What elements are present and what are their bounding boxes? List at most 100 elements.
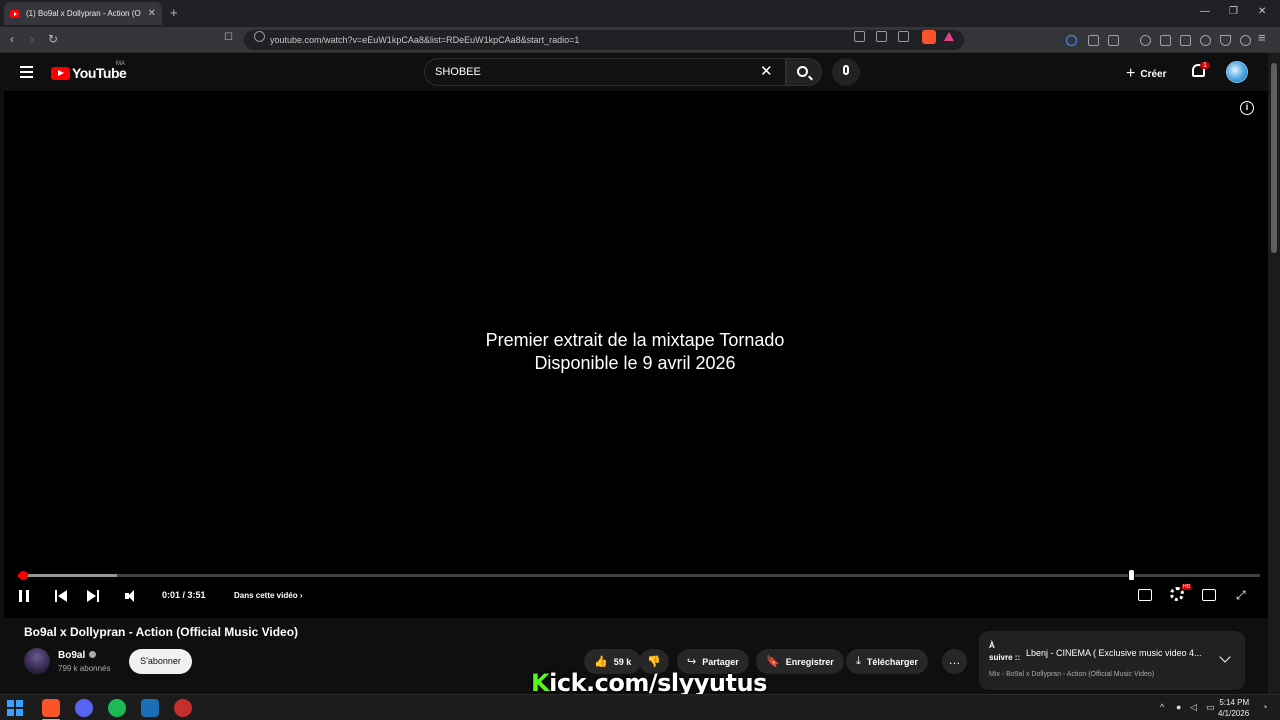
- video-overlay-text: Premier extrait de la mixtape Tornado Di…: [4, 329, 1266, 375]
- chevron-down-icon[interactable]: [1219, 651, 1231, 663]
- sidebar-icon[interactable]: [1160, 35, 1171, 46]
- channel-avatar[interactable]: [24, 648, 50, 674]
- save-button[interactable]: 🔖 Enregistrer: [756, 649, 844, 674]
- browser-nav-bar: ‹ › ↻ ☐ youtube.com/watch?v=eEuW1kpCAa8&…: [0, 27, 1280, 53]
- verified-check-icon: [89, 651, 97, 658]
- translate-icon[interactable]: [854, 31, 865, 42]
- brave-shields-icon[interactable]: [922, 30, 936, 44]
- youtube-logo-text: YouTube: [72, 65, 127, 81]
- youtube-favicon-icon: [10, 9, 20, 18]
- next-icon[interactable]: [87, 590, 99, 602]
- speaker-tray-icon[interactable]: ◁: [1190, 702, 1197, 713]
- search-button[interactable]: [786, 58, 822, 86]
- video-title: Bo9al x Dollypran - Action (Official Mus…: [24, 625, 299, 639]
- steam-icon[interactable]: [141, 699, 159, 717]
- like-count: 59 k: [613, 656, 632, 667]
- fullscreen-icon[interactable]: ⤢: [1236, 588, 1250, 602]
- tab-close-icon[interactable]: ✕: [148, 8, 156, 19]
- vpn-shield-icon[interactable]: [1220, 35, 1231, 46]
- wallet-icon[interactable]: [1180, 35, 1191, 46]
- screenshot-icon[interactable]: [876, 31, 887, 42]
- download-icon: ⤓: [856, 655, 861, 667]
- more-actions-button[interactable]: …: [942, 649, 967, 674]
- account-avatar[interactable]: [1226, 61, 1248, 83]
- forward-arrow-icon[interactable]: ›: [30, 32, 34, 46]
- search-clear-icon[interactable]: ✕: [760, 62, 773, 80]
- info-icon[interactable]: i: [1240, 101, 1254, 115]
- youtube-play-logo-icon: [51, 66, 70, 80]
- plus-icon: +: [1126, 65, 1136, 82]
- close-window-button[interactable]: ✕: [1258, 6, 1266, 17]
- spotify-icon[interactable]: [108, 699, 126, 717]
- overlay-line-1: Premier extrait de la mixtape Tornado: [485, 330, 785, 350]
- site-info-icon[interactable]: [254, 31, 265, 42]
- microphone-icon: [843, 65, 849, 75]
- search-icon: [797, 66, 808, 77]
- create-label: Créer: [1140, 68, 1167, 80]
- hd-badge: HD: [1182, 584, 1192, 590]
- up-next-label-line-2: suivre ::: [989, 653, 1021, 662]
- scrollbar-thumb[interactable]: [1271, 63, 1277, 253]
- hamburger-menu-icon[interactable]: [20, 66, 33, 81]
- search-value: SHOBEE: [435, 66, 481, 78]
- network-tray-icon[interactable]: ▭: [1206, 702, 1215, 713]
- minimize-button[interactable]: —: [1200, 6, 1210, 17]
- youtube-logo[interactable]: YouTube MA: [51, 61, 127, 81]
- back-arrow-icon[interactable]: ‹: [10, 32, 14, 46]
- share-label: Partager: [702, 656, 739, 667]
- clock-date: 4/1/2026: [1218, 709, 1250, 718]
- subscribe-button[interactable]: S'abonner: [129, 649, 192, 674]
- download-label: Télécharger: [866, 656, 918, 667]
- screen-capture-icon[interactable]: [1108, 35, 1119, 46]
- brave-browser-icon[interactable]: [42, 699, 60, 717]
- tray-overflow-icon[interactable]: ^: [1160, 702, 1164, 712]
- leo-ai-icon[interactable]: [1200, 35, 1211, 46]
- progress-bar[interactable]: [18, 571, 1260, 580]
- audio-extension-icon[interactable]: [1066, 35, 1077, 46]
- brave-news-icon[interactable]: [1240, 35, 1251, 46]
- notification-center-icon[interactable]: ◔: [1262, 702, 1267, 712]
- media-control-icon[interactable]: [1140, 35, 1151, 46]
- bookmark-icon[interactable]: ☐: [224, 32, 233, 43]
- microphone-tray-icon[interactable]: ●: [1176, 702, 1181, 712]
- reload-icon[interactable]: ↻: [48, 32, 58, 46]
- volume-icon[interactable]: [125, 590, 141, 602]
- up-next-label-line-1: À: [989, 641, 995, 650]
- theater-mode-icon[interactable]: [1202, 589, 1216, 601]
- up-next-panel[interactable]: À suivre :: Lbenj - CINEMA ( Exclusive m…: [979, 631, 1245, 690]
- create-button[interactable]: + Créer: [1126, 65, 1166, 83]
- browser-tab-active[interactable]: (1) Bo9al x Dollypran - Action (O ✕: [4, 2, 162, 25]
- scrubber-handle[interactable]: [18, 571, 28, 580]
- browser-menu-icon[interactable]: ≡: [1258, 30, 1266, 45]
- watermark-text: ick.com/slyyutus: [549, 669, 767, 697]
- windows-start-icon[interactable]: [7, 700, 23, 716]
- share-page-icon[interactable]: [898, 31, 909, 42]
- new-tab-button[interactable]: +: [170, 5, 178, 20]
- extensions-icon[interactable]: [1088, 35, 1099, 46]
- system-clock[interactable]: 5:14 PM 4/1/2026: [1218, 697, 1249, 719]
- channel-name[interactable]: Bo9al: [58, 650, 97, 661]
- clock-time: 5:14 PM: [1219, 698, 1250, 707]
- download-button[interactable]: ⤓ Télécharger: [846, 649, 928, 674]
- channel-name-text: Bo9al: [58, 650, 86, 661]
- overlay-line-2: Disponible le 9 avril 2026: [534, 353, 736, 373]
- video-player[interactable]: i Premier extrait de la mixtape Tornado …: [4, 91, 1268, 618]
- pause-icon[interactable]: [19, 590, 29, 602]
- voice-search-button[interactable]: [832, 58, 860, 86]
- save-icon: 🔖: [766, 656, 780, 668]
- discord-icon[interactable]: [75, 699, 93, 717]
- url-text: youtube.com/watch?v=eEuW1kpCAa8&list=RDe…: [270, 35, 580, 45]
- search-input[interactable]: SHOBEE: [424, 58, 786, 86]
- time-display: 0:01 / 3:51: [162, 590, 206, 600]
- mouse-cursor-icon: [1128, 569, 1135, 581]
- app-icon[interactable]: [174, 699, 192, 717]
- progress-buffered: [18, 574, 118, 577]
- previous-icon[interactable]: [55, 590, 67, 602]
- subtitles-icon[interactable]: [1138, 589, 1152, 601]
- brave-rewards-icon[interactable]: [944, 32, 954, 41]
- stream-watermark: Kick.com/slyyutus: [531, 669, 767, 697]
- chapters-button[interactable]: Dans cette vidéo ›: [234, 591, 302, 600]
- page-scrollbar[interactable]: [1268, 53, 1280, 694]
- thumbs-down-icon: 👎: [647, 656, 661, 668]
- maximize-button[interactable]: ❐: [1229, 6, 1238, 17]
